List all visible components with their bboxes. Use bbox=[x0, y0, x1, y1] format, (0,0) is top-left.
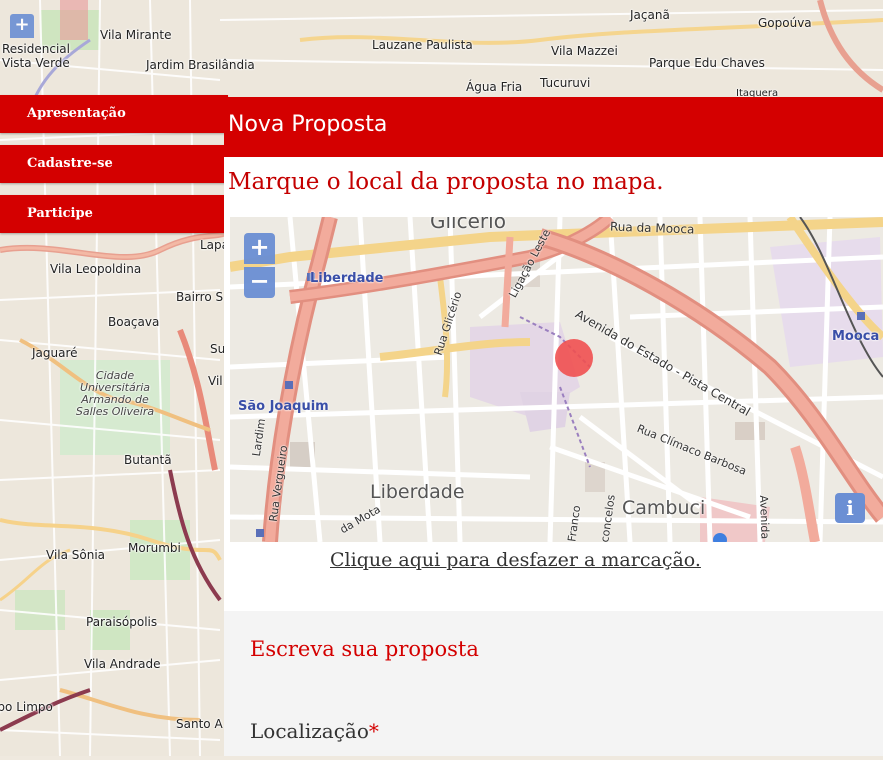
map-label: Santo A bbox=[176, 717, 223, 731]
map-instruction: Marque o local da proposta no mapa. bbox=[228, 169, 664, 195]
map-label: Parque Edu Chaves bbox=[649, 56, 765, 70]
map-label: Mooca bbox=[832, 329, 880, 344]
map-label: Su bbox=[210, 342, 226, 356]
location-field-label: Localização* bbox=[250, 719, 379, 743]
map-label: Residencial bbox=[2, 42, 70, 56]
map-label: Butantã bbox=[124, 453, 172, 467]
map-label: Vila Mirante bbox=[100, 28, 172, 42]
nav-item-apresentacao[interactable]: Apresentação bbox=[0, 95, 228, 133]
map-label: São Joaquim bbox=[238, 399, 329, 414]
map-info-button[interactable]: i bbox=[835, 493, 865, 523]
map-label: Água Fria bbox=[466, 80, 523, 94]
map-label: Bairro S bbox=[176, 290, 224, 304]
map-label: Gopoúva bbox=[758, 16, 812, 30]
section-title: Escreva sua proposta bbox=[250, 637, 479, 661]
map-label: Avenida D bbox=[757, 495, 772, 542]
map-label: Jaçanã bbox=[630, 8, 670, 22]
map-label: Boaçava bbox=[108, 315, 160, 329]
map-label: Morumbi bbox=[128, 541, 181, 555]
map-zoom-in-button[interactable]: + bbox=[244, 233, 275, 264]
map-label: Campo Limpo bbox=[0, 700, 53, 714]
location-picker-map[interactable]: + − Glicério Rua da Mooca Liberdade Liga… bbox=[230, 217, 883, 542]
location-map-tiles bbox=[230, 217, 883, 542]
map-label: Paraisópolis bbox=[86, 615, 158, 629]
map-label: Vista Verde bbox=[2, 56, 70, 70]
map-label: Lauzane Paulista bbox=[372, 38, 473, 52]
map-label: Rua da Mooca bbox=[609, 219, 695, 237]
nav-item-cadastre-se[interactable]: Cadastre-se bbox=[0, 145, 228, 183]
background-zoom-in-button[interactable]: + bbox=[10, 14, 34, 38]
location-label-text: Localização bbox=[250, 719, 369, 743]
undo-marker-link[interactable]: Clique aqui para desfazer a marcação. bbox=[330, 549, 701, 571]
panel-title: Nova Proposta bbox=[224, 97, 883, 157]
required-asterisk: * bbox=[368, 719, 379, 743]
selected-location-marker[interactable] bbox=[555, 339, 593, 377]
map-label: Liberdade bbox=[370, 481, 465, 503]
map-label: Vila Leopoldina bbox=[50, 262, 142, 276]
map-label: Vila Sônia bbox=[46, 548, 106, 562]
map-label: Vila Mazzei bbox=[551, 44, 618, 58]
nav-item-participe[interactable]: Participe bbox=[0, 195, 228, 233]
map-label: Vil bbox=[208, 374, 223, 388]
proposal-panel: Nova Proposta Marque o local da proposta… bbox=[224, 97, 883, 756]
map-label: Cidade Universitária Armando de Salles O… bbox=[75, 369, 155, 418]
map-label: Vila Andrade bbox=[84, 657, 161, 671]
map-label: Jaguaré bbox=[32, 346, 78, 360]
map-label: Liberdade bbox=[310, 271, 384, 286]
map-label: Cambuci bbox=[622, 497, 706, 519]
map-label: Tucuruvi bbox=[540, 76, 591, 90]
map-label: Glicério bbox=[430, 217, 506, 233]
map-label: Jardim Brasilândia bbox=[146, 58, 255, 72]
map-zoom-out-button[interactable]: − bbox=[244, 267, 275, 298]
